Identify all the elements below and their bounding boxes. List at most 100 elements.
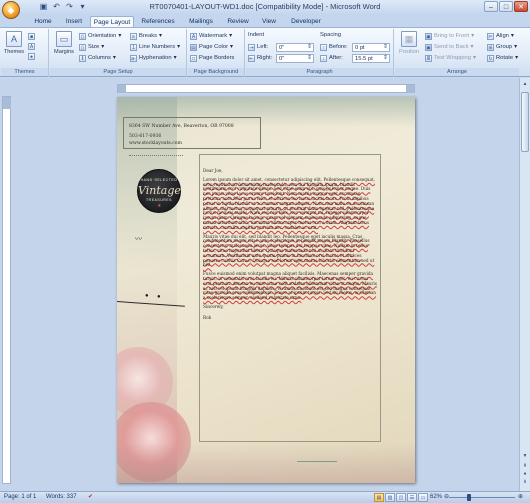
draft-icon[interactable]: ▭ bbox=[418, 493, 428, 502]
flying-bird-icon: 〰 bbox=[135, 236, 142, 243]
paragraph-group-label: Paragraph bbox=[246, 68, 393, 76]
body-paragraph: Lorem ipsum dolor sit amet, consectetur … bbox=[203, 176, 375, 230]
send-to-back-label: Send to Back bbox=[434, 44, 469, 50]
spacing-after-field[interactable]: 15.5 pt bbox=[352, 54, 390, 63]
theme-effects-button[interactable]: ● bbox=[28, 52, 35, 61]
page-background-group: A Watermark ▾ ▤ Page Color ▾ □ Page Borders P… bbox=[188, 29, 245, 77]
line-numbers-button[interactable]: 1 Line Numbers ▾ bbox=[130, 43, 180, 52]
arrange-group-label: Arrange bbox=[395, 68, 519, 76]
scroll-up-icon[interactable]: ▲ bbox=[521, 80, 529, 89]
theme-colors-button[interactable]: ■ bbox=[28, 32, 35, 41]
hyphenation-label: Hyphenation bbox=[139, 55, 172, 61]
spacing-before-label: ↑ Before: bbox=[320, 43, 348, 52]
indent-left-icon: ⇥ bbox=[248, 44, 255, 51]
hyphenation-icon: a- bbox=[130, 55, 137, 62]
window-controls: – □ ✕ bbox=[484, 1, 528, 12]
align-icon: ⊨ bbox=[487, 33, 494, 40]
size-button[interactable]: ▯ Size ▾ bbox=[79, 43, 104, 52]
align-button[interactable]: ⊨ Align ▾ bbox=[487, 32, 514, 41]
page-borders-icon: □ bbox=[190, 55, 197, 62]
themes-icon: A bbox=[6, 31, 22, 47]
breaks-icon: ≡ bbox=[130, 33, 137, 40]
orientation-icon: ▯ bbox=[79, 33, 86, 40]
watermark-button[interactable]: A Watermark ▾ bbox=[190, 32, 232, 41]
address-line: 8364 SW Number Ave, Beaverton, OR 97008 bbox=[129, 124, 234, 129]
letter-body[interactable]: Dear Joe, Lorem ipsum dolor sit amet, co… bbox=[203, 168, 378, 325]
page-borders-button[interactable]: □ Page Borders bbox=[190, 54, 234, 63]
badge-top-text: HAND·SELECTED bbox=[140, 178, 178, 182]
badge-main-text: Vintage bbox=[138, 184, 181, 197]
phone-line: 503-617-0936 bbox=[129, 134, 162, 139]
page-setup-group-label: Page Setup bbox=[50, 68, 186, 76]
outline-icon[interactable]: ☰ bbox=[407, 493, 417, 502]
vertical-ruler[interactable] bbox=[2, 96, 11, 484]
position-button[interactable]: ▦ Position bbox=[396, 31, 422, 55]
scroll-thumb[interactable] bbox=[521, 92, 529, 152]
themes-button[interactable]: A Themes bbox=[3, 31, 25, 55]
document-page[interactable]: 8364 SW Number Ave, Beaverton, OR 97008 … bbox=[117, 97, 415, 483]
rotate-icon: ↻ bbox=[487, 55, 494, 62]
perched-bird-icon: ● bbox=[145, 293, 149, 299]
full-screen-reading-icon[interactable]: ▥ bbox=[385, 493, 395, 502]
page-color-button[interactable]: ▤ Page Color ▾ bbox=[190, 43, 233, 52]
rotate-button[interactable]: ↻ Rotate ▾ bbox=[487, 54, 518, 63]
indent-right-field[interactable]: 0" bbox=[276, 54, 314, 63]
send-to-back-button[interactable]: ▣ Send to Back ▾ bbox=[425, 43, 473, 52]
minimize-button[interactable]: – bbox=[484, 1, 498, 12]
indent-right-text: Right: bbox=[257, 55, 273, 61]
maximize-button[interactable]: □ bbox=[499, 1, 513, 12]
effects-icon: ● bbox=[28, 53, 35, 60]
orientation-button[interactable]: ▯ Orientation ▾ bbox=[79, 32, 121, 41]
zoom-slider[interactable] bbox=[449, 494, 515, 501]
page-setup-group: ▭ Margins ▯ Orientation ▾ ▯ Size ▾ ‖ Columns ▾… bbox=[50, 29, 187, 77]
font-icon: A bbox=[28, 43, 35, 50]
office-button[interactable]: ◆ bbox=[2, 1, 20, 19]
page-background-group-label: Page Background bbox=[188, 68, 244, 76]
ruler-left-margin bbox=[118, 85, 126, 93]
word-count[interactable]: Words: 337 bbox=[46, 492, 77, 503]
columns-button[interactable]: ‖ Columns ▾ bbox=[79, 54, 116, 63]
spacing-heading: Spacing bbox=[320, 32, 341, 38]
text-wrapping-button[interactable]: ≣ Text Wrapping ▾ bbox=[425, 54, 476, 63]
bring-to-front-icon: ▣ bbox=[425, 33, 432, 40]
bottom-texture bbox=[117, 443, 415, 483]
ribbon: A Themes ■ A ● Themes ▭ Margins ▯ Orienta… bbox=[0, 27, 530, 77]
theme-fonts-button[interactable]: A bbox=[28, 42, 35, 51]
themes-label: Themes bbox=[3, 49, 25, 55]
breaks-button[interactable]: ≡ Breaks ▾ bbox=[130, 32, 162, 41]
group-button[interactable]: ⊞ Group ▾ bbox=[487, 43, 517, 52]
paragraph-group: Indent ⇥Left: 0" ⇤Right: 0" Spacing ↑Bef… bbox=[246, 29, 394, 77]
perched-bird-icon: ● bbox=[157, 294, 161, 300]
align-label: Align bbox=[496, 33, 509, 39]
spacing-before-field[interactable]: 0 pt bbox=[352, 43, 390, 52]
page-indicator[interactable]: Page: 1 of 1 bbox=[4, 492, 36, 503]
bring-to-front-button[interactable]: ▣ Bring to Front ▾ bbox=[425, 32, 474, 41]
position-icon: ▦ bbox=[401, 31, 417, 47]
zoom-in-icon[interactable]: ⊕ bbox=[518, 492, 523, 503]
vintage-badge-logo[interactable]: HAND·SELECTED Vintage TREASURES ★ bbox=[137, 169, 181, 213]
line-numbers-label: Line Numbers bbox=[139, 44, 176, 50]
page-color-icon: ▤ bbox=[190, 44, 197, 51]
margins-icon: ▭ bbox=[56, 31, 72, 47]
zoom-level[interactable]: 62% bbox=[430, 492, 442, 503]
margins-button[interactable]: ▭ Margins bbox=[51, 31, 77, 55]
ruler-right-margin bbox=[406, 85, 414, 93]
next-page-icon[interactable]: ⇟ bbox=[521, 478, 529, 487]
horizontal-ruler[interactable] bbox=[117, 84, 415, 93]
close-button[interactable]: ✕ bbox=[514, 1, 528, 12]
orientation-label: Orientation bbox=[88, 33, 117, 39]
scroll-down-icon[interactable]: ▼ bbox=[521, 452, 529, 461]
spacing-after-icon: ↓ bbox=[320, 55, 327, 62]
print-layout-icon[interactable]: ▤ bbox=[374, 493, 384, 502]
vertical-scrollbar[interactable]: ▲ ▼ ⇞ ● ⇟ bbox=[519, 78, 530, 491]
proofing-icon[interactable]: ✔ bbox=[88, 492, 93, 503]
indent-right-label: ⇤ Right: bbox=[248, 54, 272, 63]
salutation: Dear Joe, bbox=[203, 168, 223, 173]
group-icon: ⊞ bbox=[487, 44, 494, 51]
columns-icon: ‖ bbox=[79, 55, 86, 62]
zoom-slider-knob[interactable] bbox=[467, 494, 471, 501]
hyphenation-button[interactable]: a- Hyphenation ▾ bbox=[130, 54, 176, 63]
indent-left-field[interactable]: 0" bbox=[276, 43, 314, 52]
web-layout-icon[interactable]: ◫ bbox=[396, 493, 406, 502]
indent-left-label: ⇥ Left: bbox=[248, 43, 268, 52]
